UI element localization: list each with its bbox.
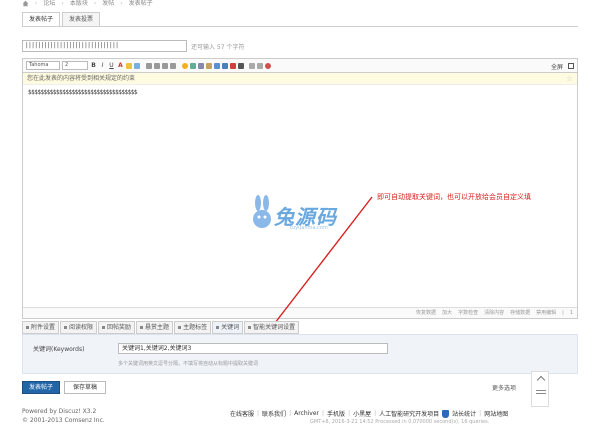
footer-link[interactable]: 人工智能研究开发项目 <box>379 409 439 418</box>
italic-icon[interactable]: I <box>99 62 106 69</box>
code-icon[interactable] <box>238 62 244 69</box>
shield-icon[interactable] <box>442 409 450 418</box>
status-item: 1 <box>569 310 573 316</box>
status-item[interactable]: 禁用编辑 <box>536 308 556 318</box>
status-item[interactable]: 清除内容 <box>484 308 504 318</box>
font-size-select[interactable]: 2 <box>62 61 88 70</box>
tab-new-poll[interactable]: 发表投票 <box>62 12 101 26</box>
title-input[interactable]: |||||||||||||||||||||||||||||| <box>22 40 187 52</box>
keywords-label: 关键词(Keywords) <box>33 346 85 353</box>
powered-by: Powered by Discuz! X3.2 <box>22 408 97 415</box>
more-options-link[interactable]: 更多选项 <box>492 383 516 392</box>
copyright-text: © 2001-2013 Comsenz Inc. <box>22 417 105 424</box>
footer-link[interactable]: 网站地图 <box>484 409 508 418</box>
smiley-icon[interactable] <box>182 62 188 69</box>
quote-icon[interactable] <box>230 62 236 69</box>
align-left-icon[interactable] <box>146 62 152 69</box>
bold-icon[interactable]: B <box>90 62 97 69</box>
underline-icon[interactable]: U <box>108 62 115 69</box>
extension-tabs: 附件设置 阅读权限 回帖奖励 悬赏主题 主题标签 关键词 智能关键词设置 <box>22 321 300 334</box>
image-icon[interactable] <box>190 62 196 69</box>
highlight-icon[interactable] <box>126 62 132 69</box>
fullscreen-label[interactable]: 全屏 <box>551 62 563 71</box>
flash-icon[interactable] <box>222 62 228 69</box>
keywords-hint: 多个关键词用英文逗号分隔，不填写将自动从标题中提取关键词 <box>118 361 259 367</box>
home-icon[interactable] <box>22 0 29 7</box>
publish-button[interactable]: 发表帖子 <box>22 381 60 394</box>
post-type-tabs: 发表帖子 发表投票 <box>22 12 101 26</box>
align-right-icon[interactable] <box>162 62 168 69</box>
font-color-icon[interactable]: A <box>117 62 124 69</box>
annotation-text: 即可自动提取关键词，也可以开放给会员自定义填 <box>377 193 531 201</box>
keywords-panel: 关键词(Keywords) 关键词1,关键词2,关键词3 多个关键词用英文逗号分… <box>22 334 578 374</box>
status-separator: | <box>562 310 564 316</box>
tab-new-thread[interactable]: 发表帖子 <box>22 12 61 26</box>
back-to-top-icon[interactable] <box>536 375 546 385</box>
side-toolbar <box>531 371 549 407</box>
tab-attachment-settings[interactable]: 附件设置 <box>22 321 60 334</box>
align-center-icon[interactable] <box>154 62 160 69</box>
title-length-hint: 还可输入 57 个字符 <box>191 44 245 51</box>
post-editor: Tahoma 2 B I U A 全屏 您在此发表的内容将受到相关规定的约束 ☆… <box>22 58 578 319</box>
attachment-icon[interactable] <box>198 62 204 69</box>
editor-content[interactable]: $$$$$$$$$$$$$$$$$$$$$$$$$$$$$$$$$$$ <box>23 85 577 100</box>
footer-copyright: Powered by Discuz! X3.2 © 2001-2013 Coms… <box>22 407 105 425</box>
status-item[interactable]: 加大 <box>442 308 452 318</box>
footer-link[interactable]: Archiver <box>294 410 319 417</box>
help-icon[interactable] <box>265 62 271 69</box>
status-item[interactable]: 存储数据 <box>510 308 530 318</box>
footer-link[interactable]: 站长统计 <box>452 409 476 418</box>
tab-reply-reward[interactable]: 回帖奖励 <box>98 321 136 334</box>
footer-link[interactable]: 小黑屋 <box>353 409 371 418</box>
footer-links: 在线客服 | 联系我们 | Archiver | 手机版 | 小黑屋 | 人工智能研究开发… <box>230 409 509 418</box>
footer-link[interactable]: 手机版 <box>327 409 345 418</box>
footer-link[interactable]: 在线客服 <box>230 409 254 418</box>
tabs-divider <box>22 26 578 27</box>
redo-icon[interactable] <box>257 62 263 69</box>
tab-keywords[interactable]: 关键词 <box>212 321 244 334</box>
status-item[interactable]: 恢复数据 <box>416 308 436 318</box>
save-draft-button[interactable]: 保存草稿 <box>64 381 106 394</box>
undo-icon[interactable] <box>249 62 255 69</box>
media-icon[interactable] <box>206 62 212 69</box>
notice-text: 您在此发表的内容将受到相关规定的约束 <box>27 75 136 82</box>
tab-thread-tags[interactable]: 主题标签 <box>174 321 212 334</box>
editor-notice: 您在此发表的内容将受到相关规定的约束 ☆ <box>23 73 577 85</box>
breadcrumb-item: 发表帖子 <box>128 0 153 7</box>
rabbit-icon <box>253 195 271 228</box>
watermark-url: tuyuanma.com <box>290 225 328 231</box>
breadcrumb-item[interactable]: 发帖 <box>102 0 114 7</box>
watermark-logo: 兔源码 tuyuanma.com <box>250 195 380 235</box>
tab-read-permission[interactable]: 阅读权限 <box>60 321 98 334</box>
tab-smart-keyword-settings[interactable]: 智能关键词设置 <box>244 321 300 334</box>
float-icon[interactable] <box>170 62 176 69</box>
breadcrumb-item[interactable]: 论坛 <box>43 0 55 7</box>
star-icon[interactable]: ☆ <box>566 73 573 85</box>
fullscreen-icon[interactable] <box>568 63 574 69</box>
music-icon[interactable] <box>214 62 220 69</box>
keywords-input[interactable]: 关键词1,关键词2,关键词3 <box>118 343 388 354</box>
link-icon[interactable] <box>134 62 140 69</box>
breadcrumb-item[interactable]: 本版块 <box>70 0 88 7</box>
tab-reward-thread[interactable]: 悬赏主题 <box>136 321 174 334</box>
footer-processing-info: GMT+8, 2016-3-21 14:52 Processed in 0.07… <box>310 419 490 425</box>
status-item[interactable]: 字数检查 <box>458 308 478 318</box>
font-family-select[interactable]: Tahoma <box>26 61 60 70</box>
footer-link[interactable]: 联系我们 <box>262 409 286 418</box>
breadcrumb: › 论坛 › 本版块 › 发帖 › 发表帖子 <box>22 0 153 7</box>
list-icon[interactable] <box>536 390 546 396</box>
editor-toolbar: Tahoma 2 B I U A <box>23 59 577 73</box>
editor-statusbar: 恢复数据 加大 字数检查 清除内容 存储数据 禁用编辑 | 1 <box>23 307 577 318</box>
